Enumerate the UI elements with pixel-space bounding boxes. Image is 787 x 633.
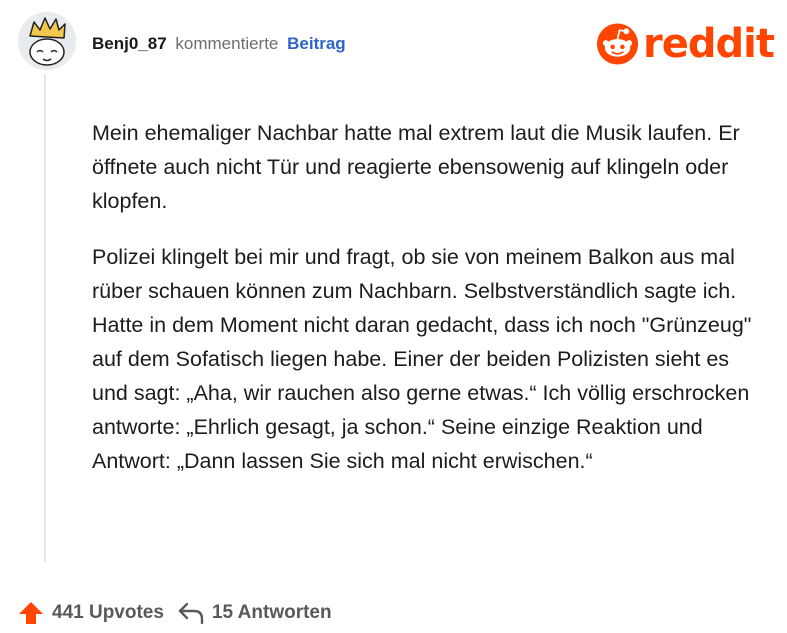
post-link[interactable]: Beitrag	[287, 34, 346, 53]
avatar[interactable]	[18, 12, 76, 70]
reddit-wordmark: reddit	[643, 21, 775, 67]
comment-footer: 441 Upvotes 15 Antworten	[18, 596, 332, 630]
comment-header: Benj0_87 kommentierte Beitrag	[92, 32, 346, 56]
username[interactable]: Benj0_87	[92, 34, 167, 53]
comment-action-text: kommentierte	[175, 34, 279, 53]
comment-paragraph: Polizei klingelt bei mir und fragt, ob s…	[92, 245, 752, 473]
thread-line[interactable]	[44, 74, 46, 562]
upvote-arrow-icon[interactable]	[18, 601, 44, 625]
reply-arrow-icon[interactable]	[178, 602, 204, 624]
comment-paragraph: Mein ehemaliger Nachbar hatte mal extrem…	[92, 121, 740, 213]
reply-count[interactable]: 15 Antworten	[212, 602, 332, 624]
avatar-cartoon-icon	[18, 12, 76, 70]
comment-body: Mein ehemaliger Nachbar hatte mal extrem…	[92, 116, 764, 500]
reddit-logo: reddit	[596, 18, 775, 70]
reddit-snoo-icon	[596, 23, 639, 65]
upvote-count: 441 Upvotes	[52, 602, 164, 623]
